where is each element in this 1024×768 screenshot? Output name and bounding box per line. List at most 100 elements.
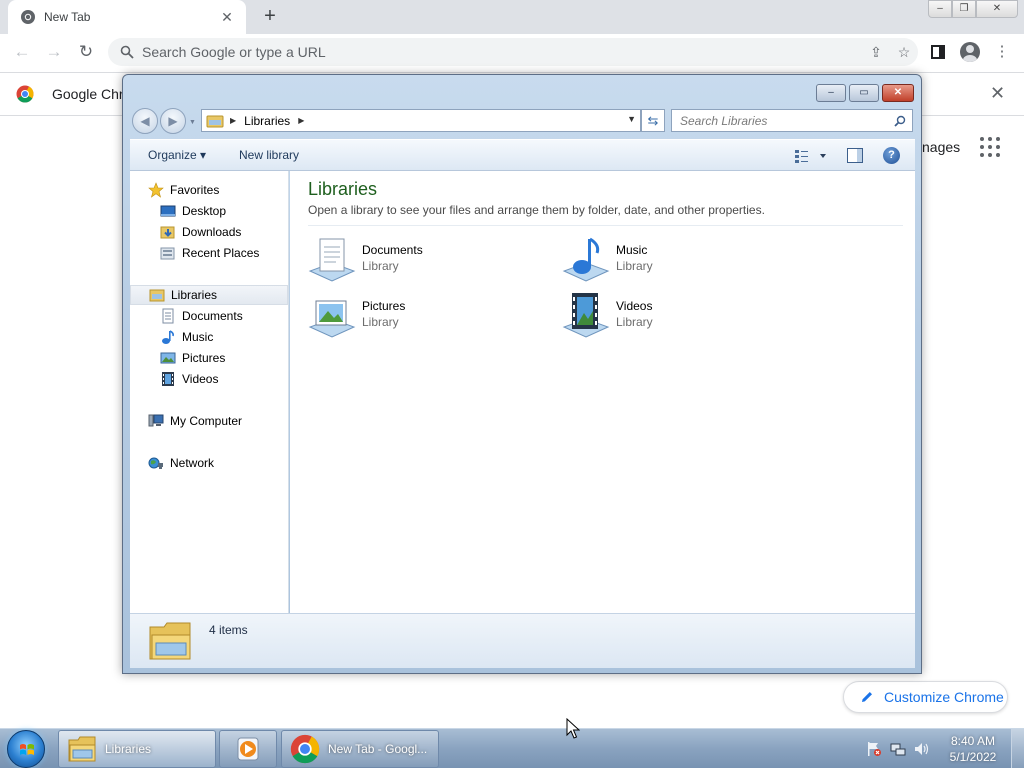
nav-documents-label: Documents <box>182 309 243 323</box>
library-pictures[interactable]: Pictures Library <box>308 289 548 341</box>
profile-avatar[interactable] <box>958 40 982 64</box>
address-bar[interactable]: ▶ Libraries ▶ ▼ <box>201 109 641 132</box>
system-tray <box>864 738 944 760</box>
infobar-close-icon[interactable]: ✕ <box>990 83 1005 104</box>
chrome-toolbar: ← → ↻ Search Google or type a URL ⇪ ☆ ⋮ <box>0 34 1024 70</box>
nav-desktop-label: Desktop <box>182 204 227 218</box>
chrome-logo-icon <box>16 85 34 103</box>
tab-new-tab[interactable]: New Tab ✕ <box>8 0 246 34</box>
refresh-icon[interactable]: ⇆ <box>641 109 665 132</box>
nav-pictures-label: Pictures <box>182 351 226 365</box>
action-center-flag-icon[interactable] <box>866 741 882 757</box>
forward-button[interactable]: → <box>42 40 66 64</box>
nav-desktop[interactable]: Desktop <box>130 201 288 221</box>
breadcrumb-arrow-icon[interactable]: ▶ <box>298 116 304 125</box>
nav-music[interactable]: Music <box>130 327 288 347</box>
music-library-icon <box>562 237 610 282</box>
organize-button[interactable]: Organize ▾ <box>148 148 206 162</box>
recent-pages-dropdown-icon[interactable]: ▼ <box>189 119 196 126</box>
nav-my-computer[interactable]: My Computer <box>130 411 288 431</box>
reload-button[interactable]: ↻ <box>74 40 98 64</box>
bookmark-star-icon[interactable]: ☆ <box>890 44 918 61</box>
forward-arrow-icon: ▶ <box>168 114 178 128</box>
nav-downloads[interactable]: Downloads <box>130 222 288 242</box>
library-videos[interactable]: Videos Library <box>562 289 802 341</box>
nav-libraries[interactable]: Libraries <box>130 285 288 305</box>
images-link[interactable]: nages <box>922 139 960 155</box>
pictures-icon <box>160 352 176 364</box>
breadcrumb-libraries[interactable]: Libraries <box>244 114 290 128</box>
media-player-icon <box>237 737 259 761</box>
nav-pictures[interactable]: Pictures <box>130 348 288 368</box>
nav-documents[interactable]: Documents <box>130 306 288 326</box>
taskbar: Libraries New Tab - Googl... 8:40 AM 5/1… <box>0 728 1024 768</box>
back-button[interactable]: ← <box>10 40 34 64</box>
taskbar-clock[interactable]: 8:40 AM 5/1/2022 <box>940 733 1006 765</box>
explorer-maximize-button[interactable]: ▭ <box>849 84 879 102</box>
search-libraries-placeholder: Search Libraries <box>680 113 768 128</box>
chrome-logo-icon <box>290 734 320 764</box>
clock-time: 8:40 AM <box>950 734 996 748</box>
new-tab-button[interactable]: + <box>258 5 282 29</box>
chrome-close-button[interactable]: ✕ <box>976 0 1018 18</box>
tab-close-icon[interactable]: ✕ <box>218 9 236 26</box>
chrome-minimize-button[interactable]: – <box>928 0 952 18</box>
nav-favorites[interactable]: Favorites <box>130 180 288 200</box>
nav-my-computer-label: My Computer <box>170 414 243 428</box>
libraries-folder-icon <box>68 736 96 762</box>
library-music-type: Library <box>616 259 653 273</box>
chrome-restore-button[interactable]: ❐ <box>952 0 976 18</box>
omnibox-placeholder: Search Google or type a URL <box>142 44 326 60</box>
desktop-icon <box>160 205 176 217</box>
library-documents[interactable]: Documents Library <box>308 233 548 285</box>
breadcrumb-arrow-icon[interactable]: ▶ <box>230 116 236 125</box>
library-music[interactable]: Music Library <box>562 233 802 285</box>
nav-videos-label: Videos <box>182 372 219 386</box>
documents-icon <box>162 308 174 324</box>
search-libraries-input[interactable]: Search Libraries <box>671 109 913 132</box>
network-globe-icon <box>148 457 163 469</box>
libraries-folder-icon <box>149 289 165 302</box>
explorer-close-button[interactable]: ✕ <box>882 84 914 102</box>
nav-recent-places[interactable]: Recent Places <box>130 243 288 263</box>
infobar-text: Google Chro <box>52 86 132 102</box>
taskbar-chrome-label: New Tab - Googl... <box>328 742 428 756</box>
preview-pane-icon[interactable] <box>847 148 863 163</box>
taskbar-explorer-button[interactable]: Libraries <box>58 730 216 768</box>
start-button[interactable] <box>7 730 45 768</box>
videos-filmstrip-icon <box>162 372 174 386</box>
search-icon[interactable] <box>894 115 906 127</box>
taskbar-chrome-button[interactable]: New Tab - Googl... <box>281 730 439 768</box>
show-desktop-button[interactable] <box>1011 729 1024 768</box>
volume-speaker-icon[interactable] <box>914 741 930 757</box>
nav-libraries-label: Libraries <box>171 288 218 302</box>
side-panel-icon[interactable] <box>926 40 950 64</box>
taskbar-media-player-button[interactable] <box>219 730 277 768</box>
nav-network[interactable]: Network <box>130 453 288 473</box>
chrome-menu-icon[interactable]: ⋮ <box>990 40 1014 64</box>
explorer-minimize-button[interactable]: – <box>816 84 846 102</box>
nav-videos[interactable]: Videos <box>130 369 288 389</box>
chrome-favicon-icon <box>21 10 35 24</box>
google-apps-icon[interactable] <box>980 137 1000 157</box>
star-icon <box>148 182 164 198</box>
change-view-icon[interactable] <box>794 148 828 164</box>
help-icon[interactable]: ? <box>883 147 900 164</box>
computer-icon <box>148 414 164 427</box>
pictures-library-icon <box>308 300 356 338</box>
customize-chrome-button[interactable]: Customize Chrome <box>843 681 1008 713</box>
share-icon[interactable]: ⇪ <box>862 44 890 61</box>
downloads-folder-icon <box>160 226 175 239</box>
chrome-tabstrip: New Tab ✕ + – ❐ ✕ <box>0 0 1024 34</box>
new-library-button[interactable]: New library <box>239 148 299 162</box>
nav-favorites-label: Favorites <box>170 183 220 197</box>
network-status-icon[interactable] <box>890 741 906 757</box>
nav-recent-places-label: Recent Places <box>182 246 260 260</box>
details-pane: 4 items <box>130 613 915 668</box>
explorer-forward-button[interactable]: ▶ <box>160 108 186 134</box>
library-pictures-name: Pictures <box>362 299 406 313</box>
omnibox[interactable]: Search Google or type a URL ⇪ ☆ <box>108 38 918 66</box>
address-dropdown-icon[interactable]: ▼ <box>627 114 636 124</box>
explorer-back-button[interactable]: ◀ <box>132 108 158 134</box>
customize-chrome-label: Customize Chrome <box>884 689 1004 705</box>
